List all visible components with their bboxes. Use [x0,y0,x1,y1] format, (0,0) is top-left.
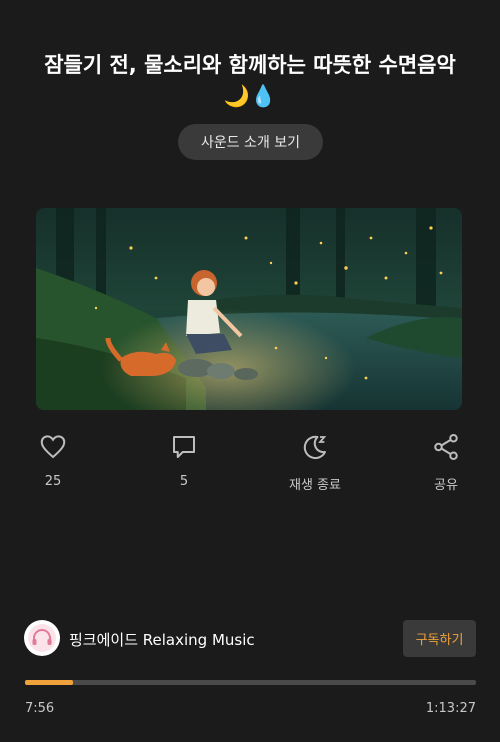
comment-icon [173,436,195,458]
current-time: 7:56 [25,701,55,716]
total-time: 1:13:27 [425,701,476,716]
playback-progress-bar[interactable] [25,680,476,685]
channel-avatar[interactable] [24,620,60,656]
track-title: 잠들기 전, 물소리와 함께하는 따뜻한 수면음악 🌙💧 [44,53,456,108]
share-label: 공유 [434,478,458,493]
comment-button[interactable]: 5 [144,432,224,489]
sleep-timer-label: 재생 종료 [289,478,341,493]
channel-row: 핑크에이드 Relaxing Music 구독하기 [24,620,476,658]
cover-artwork [36,208,462,410]
share-button[interactable]: 공유 [406,432,486,493]
share-icon [434,434,458,460]
sleep-timer-button[interactable]: 재생 종료 [275,432,355,493]
like-button[interactable]: 25 [13,432,93,489]
channel-name[interactable]: 핑크에이드 Relaxing Music [69,629,255,650]
comment-count: 5 [179,474,189,489]
playback-progress-fill [25,680,74,685]
subscribe-button[interactable]: 구독하기 [403,620,476,657]
heart-icon [40,435,66,459]
headphones-logo-icon [28,624,56,652]
like-count: 25 [44,474,62,489]
moon-sleep-icon [303,435,327,459]
action-bar: 25 5 재생 종료 공유 [0,432,500,493]
sound-intro-button[interactable]: 사운드 소개 보기 [178,124,323,160]
